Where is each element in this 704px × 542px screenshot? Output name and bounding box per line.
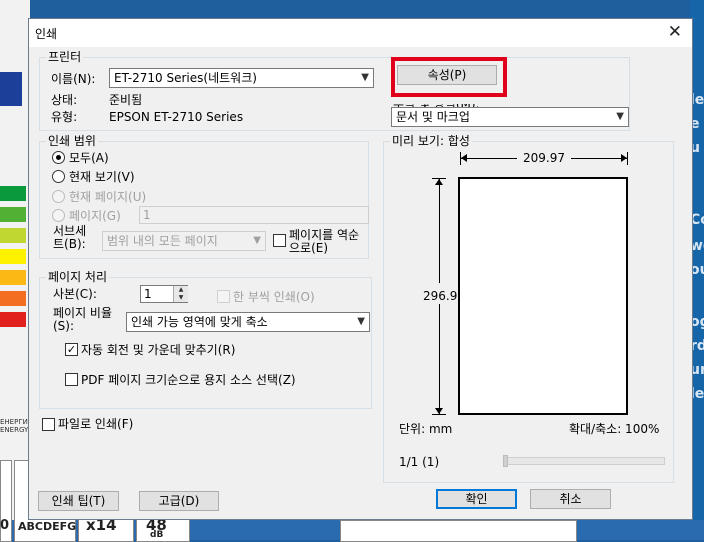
copies-stepper[interactable]: ▲ ▼ <box>173 286 188 302</box>
preview-units: 단위: mm <box>399 422 453 436</box>
preview-page <box>458 177 628 415</box>
preview-zoom: 확대/축소: 100% <box>569 422 660 436</box>
pages-input[interactable]: 1 <box>139 206 369 224</box>
printer-name-value: ET-2710 Series(네트워크) <box>114 71 257 85</box>
arrow-up-icon <box>435 179 443 185</box>
printer-status-value: 준비됨 <box>109 93 143 107</box>
pdf-paper-source-checkbox[interactable] <box>65 373 78 386</box>
collate-checkbox[interactable] <box>217 290 230 303</box>
advanced-button[interactable]: 고급(D) <box>139 491 219 511</box>
width-dimension-line-right <box>571 158 627 159</box>
chevron-down-icon: ▼ <box>253 235 261 246</box>
print-to-file-label[interactable]: 파일로 인쇄(F) <box>58 417 133 431</box>
pdf-paper-source-label[interactable]: PDF 페이지 크기순으로 용지 소스 선택(Z) <box>81 373 296 387</box>
ok-button[interactable]: 확인 <box>436 489 517 509</box>
scaling-value: 인쇄 가능 영역에 맞게 축소 <box>131 315 268 329</box>
reverse-pages-checkbox[interactable] <box>273 234 286 247</box>
range-current-view-label[interactable]: 현재 보기(V) <box>69 170 135 184</box>
title-bar: 인쇄 ✕ <box>29 19 692 47</box>
range-pages-radio[interactable] <box>52 209 65 222</box>
energy-bar-f <box>0 291 26 306</box>
preview-page-indicator: 1/1 (1) <box>399 455 440 469</box>
preview-page-slider[interactable] <box>503 457 665 465</box>
collate-label[interactable]: 한 부씩 인쇄(O) <box>233 290 315 304</box>
print-to-file-checkbox[interactable] <box>42 418 55 431</box>
height-dimension-tick-bottom <box>432 414 446 415</box>
chevron-down-icon: ▼ <box>357 316 365 327</box>
range-current-view-radio[interactable] <box>52 170 65 183</box>
close-icon[interactable]: ✕ <box>668 22 682 42</box>
energy-bar-e <box>0 270 26 285</box>
stepper-down-icon[interactable]: ▼ <box>174 294 188 302</box>
eu-flag-icon <box>0 72 22 106</box>
auto-rotate-label[interactable]: 자동 회전 및 가운데 맞추기(R) <box>81 343 235 357</box>
print-range-title: 인쇄 범위 <box>46 134 98 148</box>
range-current-page-radio[interactable] <box>52 190 65 203</box>
background-value-0: 0 <box>0 518 10 533</box>
range-pages-label[interactable]: 페이지(G) <box>69 209 121 223</box>
energy-bar-b <box>0 207 26 222</box>
background-card-5 <box>340 520 577 542</box>
scaling-select[interactable]: 인쇄 가능 영역에 맞게 축소 ▼ <box>126 312 370 332</box>
energy-bar-g <box>0 312 26 327</box>
page-handling-title: 페이지 처리 <box>46 270 110 284</box>
auto-rotate-checkbox[interactable]: ✓ <box>65 343 78 356</box>
chevron-down-icon: ▼ <box>361 72 369 83</box>
range-current-page-label[interactable]: 현재 페이지(U) <box>69 190 146 204</box>
reverse-pages-label[interactable]: 페이지를 역순으로(E) <box>289 229 367 255</box>
printer-group-title: 프린터 <box>46 50 84 64</box>
copies-label: 사본(C): <box>53 287 97 301</box>
energy-bar-d <box>0 249 26 264</box>
comments-select[interactable]: 문서 및 마크업 ▼ <box>391 107 629 127</box>
subset-select[interactable]: 범위 내의 모든 페이지 ▼ <box>102 231 266 251</box>
arrow-right-icon <box>621 154 627 162</box>
energy-bar-a <box>0 186 26 201</box>
comments-value: 문서 및 마크업 <box>396 110 470 124</box>
range-all-radio[interactable] <box>52 151 65 164</box>
preview-title: 미리 보기: 합성 <box>390 134 472 148</box>
energy-bar-c <box>0 228 26 243</box>
printer-status-label: 상태: <box>51 93 78 107</box>
width-dimension-line-left <box>461 158 517 159</box>
width-dimension-tick-right <box>627 152 628 165</box>
printer-type-label: 유형: <box>51 110 78 124</box>
arrow-down-icon <box>435 408 443 414</box>
arrow-left-icon <box>461 154 467 162</box>
dialog-title: 인쇄 <box>35 27 58 41</box>
printer-name-select[interactable]: ET-2710 Series(네트워크) ▼ <box>109 68 374 88</box>
background-value-1: ABCDEFG <box>18 520 77 533</box>
cancel-button[interactable]: 취소 <box>530 489 611 509</box>
subset-label: 서브세트(B): <box>53 224 87 251</box>
print-tips-button[interactable]: 인쇄 팁(T) <box>38 491 119 511</box>
printer-type-value: EPSON ET-2710 Series <box>109 110 244 124</box>
preview-width-value: 209.97 <box>523 151 565 165</box>
chevron-down-icon: ▼ <box>616 111 624 122</box>
height-dimension-line-top <box>439 179 440 283</box>
highlight-box <box>391 57 507 97</box>
subset-value: 범위 내의 모든 페이지 <box>107 234 218 248</box>
background-value-4: dB <box>150 530 164 540</box>
print-dialog: 인쇄 ✕ 프린터 이름(N): ET-2710 Series(네트워크) ▼ 속… <box>28 18 693 520</box>
stepper-up-icon[interactable]: ▲ <box>174 286 188 294</box>
preview-slider-thumb[interactable] <box>503 455 508 467</box>
scaling-label: 페이지 비율(S): <box>53 306 113 333</box>
height-dimension-line-bottom <box>439 304 440 414</box>
range-all-label[interactable]: 모두(A) <box>69 151 109 165</box>
printer-name-label: 이름(N): <box>51 72 96 86</box>
